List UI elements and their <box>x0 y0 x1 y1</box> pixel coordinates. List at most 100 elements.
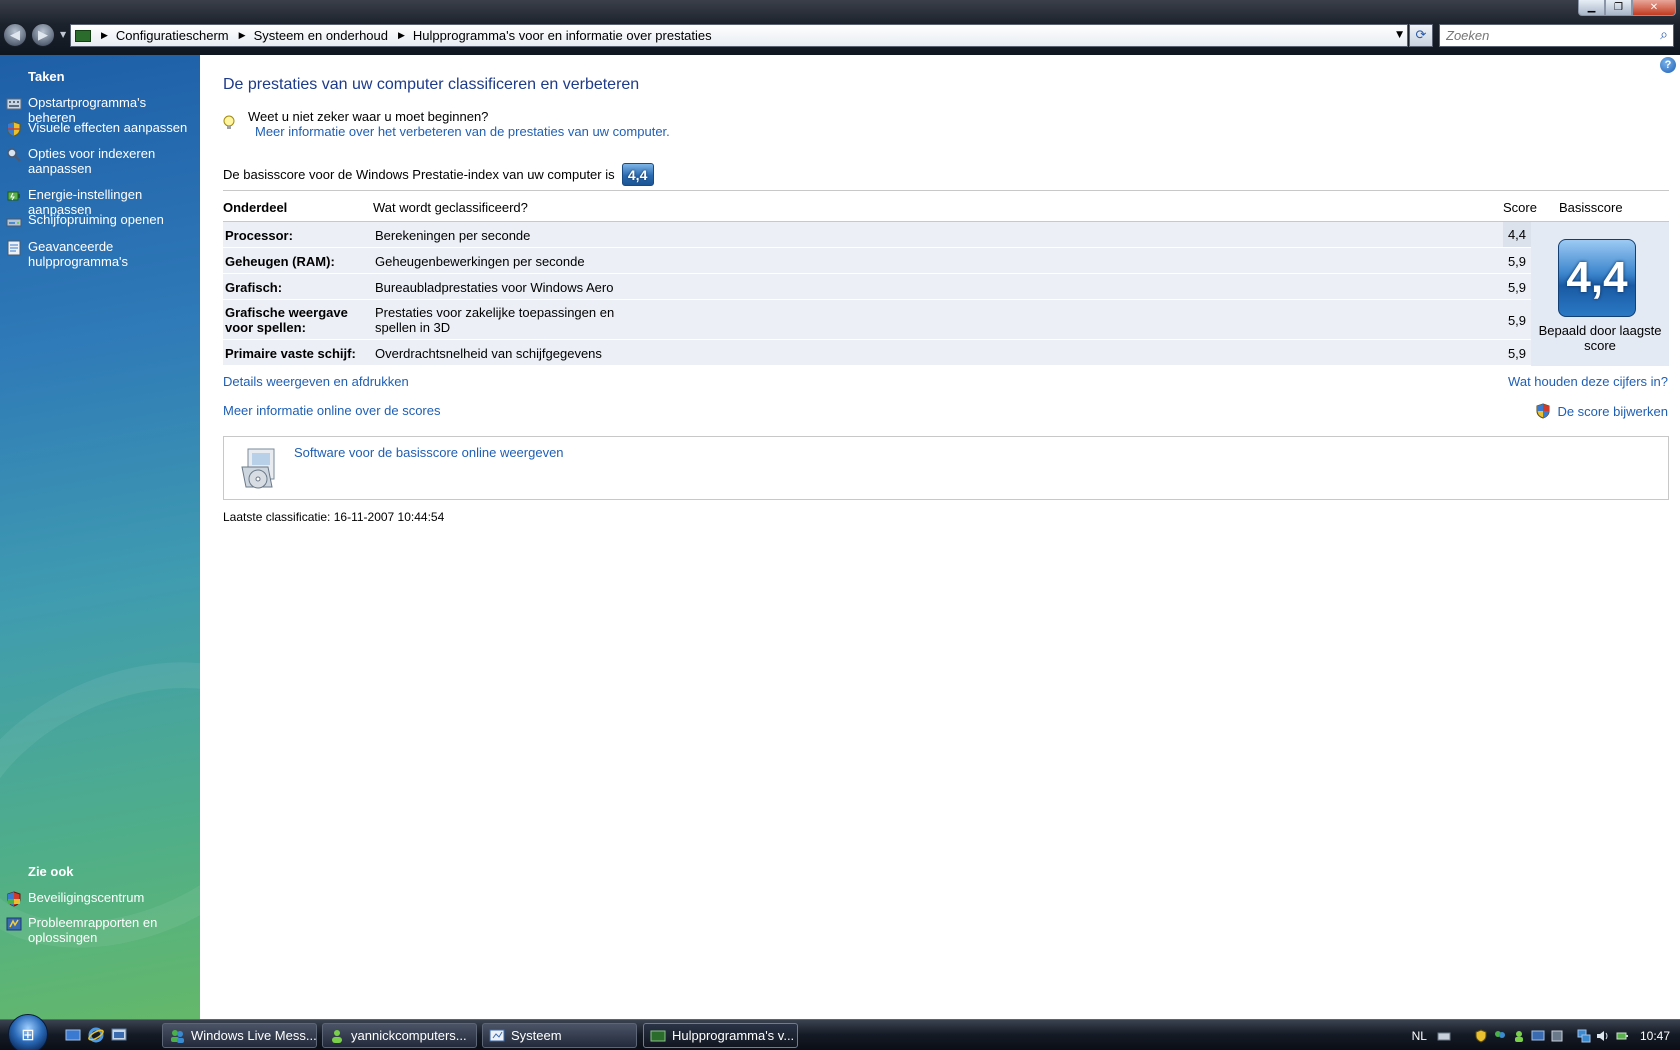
table-row: Geheugen (RAM): Geheugenbewerkingen per … <box>223 248 1531 274</box>
base-score-caption: Bepaald door laagste score <box>1538 323 1662 353</box>
breadcrumb-separator-icon[interactable]: ▶ <box>101 31 108 41</box>
maximize-button[interactable]: ❐ <box>1605 0 1632 16</box>
search-input[interactable] <box>1440 25 1640 46</box>
table-body: Processor: Berekeningen per seconde 4,4 … <box>223 222 1669 366</box>
more-info-online-link[interactable]: Meer informatie online over de scores <box>223 403 441 418</box>
taskbar-button-system[interactable]: Systeem <box>482 1023 637 1048</box>
show-desktop-icon[interactable] <box>65 1027 81 1043</box>
advanced-tools-icon <box>7 240 21 256</box>
breadcrumb-performance-tools[interactable]: Hulpprogramma's voor en informatie over … <box>413 28 712 43</box>
device-tray-icon[interactable] <box>1550 1029 1564 1043</box>
refresh-button[interactable]: ⟳ <box>1409 24 1433 47</box>
improve-performance-link[interactable]: Meer informatie over het verbeteren van … <box>255 124 670 139</box>
search-box[interactable]: ⌕ <box>1439 24 1674 47</box>
taskbar-label: Hulpprogramma's v... <box>672 1028 795 1043</box>
base-score-cell: 4,4 Bepaald door laagste score <box>1531 222 1669 366</box>
close-button[interactable]: ✕ <box>1632 0 1676 16</box>
chat-contact-icon <box>332 1029 342 1043</box>
score-cell: 5,9 <box>1507 280 1527 295</box>
taskbar-button-messenger[interactable]: Windows Live Mess... <box>162 1023 317 1048</box>
page-title: De prestaties van uw computer classifice… <box>223 76 640 93</box>
base-score-big-badge: 4,4 <box>1558 239 1636 317</box>
control-panel-icon <box>650 1030 666 1041</box>
task-label[interactable]: Visuele effecten aanpassen <box>28 120 187 135</box>
address-dropdown-icon[interactable]: ▼ <box>1396 30 1403 40</box>
details-print-link[interactable]: Details weergeven en afdrukken <box>223 374 409 389</box>
indexing-icon <box>7 148 21 162</box>
score-cell: 5,9 <box>1507 313 1527 328</box>
taskbar-button-performance[interactable]: Hulpprogramma's v... <box>643 1023 798 1048</box>
network-icon[interactable] <box>1577 1029 1591 1043</box>
task-disk-cleanup[interactable]: Schijfopruiming openen <box>6 212 196 229</box>
display-tray-icon[interactable] <box>1531 1029 1545 1043</box>
what-do-numbers-mean-link[interactable]: Wat houden deze cijfers in? <box>1508 374 1668 389</box>
hint-question: Weet u niet zeker waar u moet beginnen? <box>248 109 489 124</box>
taskbar: ⊞ Windows Live Mess... yannickcomputers.… <box>0 1014 1680 1050</box>
control-panel-icon <box>75 29 91 42</box>
internet-explorer-icon[interactable] <box>88 1027 104 1043</box>
component-cell: Geheugen (RAM): <box>225 254 335 269</box>
last-rating-text: Laatste classificatie: 16-11-2007 10:44:… <box>223 510 445 524</box>
language-indicator[interactable]: NL <box>1412 1029 1427 1043</box>
component-cell: Grafische weergave voor spellen: <box>225 305 348 335</box>
header-component: Onderdeel <box>223 200 288 215</box>
keyboard-icon[interactable] <box>1437 1029 1451 1043</box>
start-button[interactable]: ⊞ <box>8 1014 48 1050</box>
rated-cell: Bureaubladprestaties voor Windows Aero <box>375 280 614 295</box>
task-label[interactable]: Opties voor indexeren aanpassen <box>28 146 196 176</box>
messenger-icon <box>171 1029 184 1043</box>
component-cell: Grafisch: <box>225 280 283 295</box>
problem-reports-icon <box>6 917 22 931</box>
forward-button[interactable]: ▶ <box>31 23 55 47</box>
table-header: Onderdeel Wat wordt geclassificeerd? Sco… <box>223 190 1669 222</box>
switch-windows-icon[interactable] <box>111 1027 127 1043</box>
messenger-tray-icon[interactable] <box>1493 1029 1507 1043</box>
security-center-icon <box>7 891 21 907</box>
software-panel: Software voor de basisscore online weerg… <box>223 436 1669 500</box>
base-score-badge: 4,4 <box>621 163 654 186</box>
task-advanced-tools[interactable]: Geavanceerde hulpprogramma's <box>6 239 196 269</box>
update-score-link[interactable]: De score bijwerken <box>1536 403 1668 419</box>
uac-shield-icon <box>1536 403 1550 419</box>
volume-icon[interactable] <box>1596 1029 1610 1043</box>
header-base-score: Basisscore <box>1559 200 1623 215</box>
task-pane: Taken Opstartprogramma's beheren Visuele… <box>0 55 200 1019</box>
address-bar[interactable]: ▶ Configuratiescherm ▶ Systeem en onderh… <box>70 24 1408 47</box>
breadcrumb-separator-icon[interactable]: ▶ <box>398 31 405 41</box>
task-indexing-options[interactable]: Opties voor indexeren aanpassen <box>6 146 196 176</box>
task-label[interactable]: Schijfopruiming openen <box>28 212 164 227</box>
window-controls: ▁ ❐ ✕ <box>1578 0 1676 16</box>
score-cell: 5,9 <box>1507 346 1527 361</box>
clock[interactable]: 10:47 <box>1640 1029 1670 1043</box>
recent-pages-dropdown[interactable]: ▼ <box>60 30 66 39</box>
security-shield-icon[interactable] <box>1474 1028 1488 1043</box>
see-also-label[interactable]: Probleemrapporten en oplossingen <box>28 915 196 945</box>
breadcrumb-separator-icon[interactable]: ▶ <box>239 31 246 41</box>
see-also-security-center[interactable]: Beveiligingscentrum <box>6 890 196 907</box>
back-button[interactable]: ◀ <box>3 23 27 47</box>
component-cell: Primaire vaste schijf: <box>225 346 356 361</box>
search-icon[interactable]: ⌕ <box>1660 27 1668 43</box>
update-score-label[interactable]: De score bijwerken <box>1557 404 1668 419</box>
lightbulb-icon <box>223 115 235 129</box>
software-online-link[interactable]: Software voor de basisscore online weerg… <box>294 445 564 460</box>
see-also-heading: Zie ook <box>28 864 74 879</box>
help-icon[interactable]: ? <box>1660 57 1676 73</box>
base-score-line: De basisscore voor de Windows Prestatie-… <box>223 163 654 186</box>
system-window-icon <box>489 1029 505 1041</box>
header-rated: Wat wordt geclassificeerd? <box>373 200 528 215</box>
minimize-button[interactable]: ▁ <box>1578 0 1605 16</box>
taskbar-label: Systeem <box>511 1028 562 1043</box>
task-visual-effects[interactable]: Visuele effecten aanpassen <box>6 120 196 137</box>
taskbar-button-chat[interactable]: yannickcomputers... <box>322 1023 477 1048</box>
table-row: Processor: Berekeningen per seconde 4,4 <box>223 222 1531 248</box>
rated-cell: Berekeningen per seconde <box>375 228 531 243</box>
power-tray-icon[interactable] <box>1615 1029 1629 1043</box>
breadcrumb-system-maintenance[interactable]: Systeem en onderhoud <box>254 28 388 43</box>
see-also-label[interactable]: Beveiligingscentrum <box>28 890 144 905</box>
breadcrumb-control-panel[interactable]: Configuratiescherm <box>116 28 229 43</box>
table-row: Grafisch: Bureaubladprestaties voor Wind… <box>223 274 1531 300</box>
see-also-problem-reports[interactable]: Probleemrapporten en oplossingen <box>6 915 196 945</box>
task-label[interactable]: Geavanceerde hulpprogramma's <box>28 239 196 269</box>
contact-tray-icon[interactable] <box>1512 1029 1526 1043</box>
